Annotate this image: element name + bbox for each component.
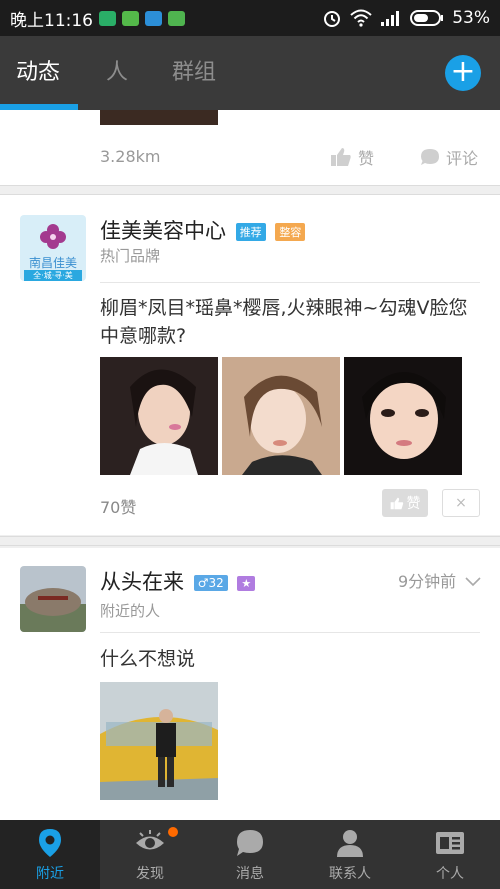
feed-card[interactable]: 南昌佳美 全·城·寻·美 佳美美容中心 推荐 整容 热门品牌 柳眉*凤目*瑶鼻*… (0, 195, 500, 535)
nav-label: 附近 (36, 866, 64, 882)
comment-label: 评论 (446, 149, 479, 168)
nav-label: 联系人 (329, 866, 371, 882)
eye-icon (136, 830, 164, 850)
top-tab-bar: 动态 人 群组 + (0, 36, 500, 110)
nav-discover[interactable]: 发现 (100, 820, 200, 889)
notification-dot (168, 827, 178, 837)
post-text: 柳眉*凤目*瑶鼻*樱唇,火辣眼神~勾魂V脸您中意哪款? (100, 297, 468, 347)
gender-age-badge: ♂32 (193, 575, 228, 591)
tab-dynamics[interactable]: 动态 (16, 36, 60, 110)
divider (0, 185, 500, 195)
app-icon (168, 10, 185, 26)
person-icon (337, 830, 363, 857)
feed-card[interactable]: 3.28km 赞 评论 (0, 110, 500, 185)
post-photo[interactable] (344, 357, 462, 475)
chat-bubble-icon (237, 830, 263, 856)
avatar[interactable]: 南昌佳美 全·城·寻·美 (20, 215, 86, 281)
poster-subtitle: 热门品牌 (100, 247, 161, 265)
post-photo[interactable] (100, 110, 218, 125)
poster-name-row: 佳美美容中心 推荐 整容 (100, 215, 306, 245)
cell-signal-icon (381, 11, 400, 26)
signal-app-icon (145, 10, 162, 26)
divider (0, 536, 500, 546)
status-bar: 晚上11:16 53% (0, 0, 500, 36)
bottom-nav: 附近 发现 消息 联系人 个人 (0, 820, 500, 889)
like-button[interactable]: 赞 (382, 489, 428, 517)
wechat-icon (99, 10, 116, 26)
like-label: 赞 (358, 149, 375, 168)
battery-icon (410, 10, 444, 26)
tab-groups[interactable]: 群组 (172, 36, 216, 110)
nav-profile[interactable]: 个人 (400, 820, 500, 889)
avatar-subtext: 全·城·寻·美 (24, 270, 82, 281)
comment-action[interactable]: 评论 (420, 145, 478, 169)
poster-name-row: 从头在来 ♂32 ★ (100, 566, 256, 596)
alarm-icon (324, 11, 341, 27)
nav-label: 个人 (436, 866, 464, 882)
likes-count: 70赞 (100, 498, 137, 517)
recommend-badge: 推荐 (235, 223, 266, 241)
comment-bubble-icon (421, 149, 439, 165)
status-time: 晚上11:16 (10, 10, 93, 31)
wifi-icon (350, 9, 372, 27)
tips-icon (122, 10, 139, 26)
thumbs-up-icon (390, 497, 403, 509)
nav-label: 消息 (236, 866, 264, 882)
poster-name[interactable]: 从头在来 (100, 570, 184, 594)
battery-percent: 53% (452, 8, 490, 28)
star-badge-icon: ★ (237, 575, 256, 591)
nav-messages[interactable]: 消息 (200, 820, 300, 889)
divider (100, 632, 480, 633)
avatar-text: 南昌佳美 (28, 256, 77, 270)
avatar[interactable] (20, 566, 86, 632)
tab-people[interactable]: 人 (106, 36, 128, 110)
category-badge: 整容 (275, 223, 306, 241)
nav-label: 发现 (136, 866, 164, 882)
post-time[interactable]: 9分钟前 (398, 568, 481, 592)
thumbs-up-icon (331, 148, 351, 166)
poster-name[interactable]: 佳美美容中心 (100, 219, 226, 243)
chevron-down-icon[interactable] (465, 577, 481, 587)
profile-card-icon (436, 832, 464, 854)
post-photo[interactable] (100, 682, 218, 800)
post-time-label: 9分钟前 (398, 572, 457, 591)
post-text: 什么不想说 (100, 648, 196, 670)
dismiss-button[interactable]: × (442, 489, 480, 517)
add-post-button[interactable]: + (445, 55, 481, 91)
divider (100, 282, 480, 283)
poster-subtitle: 附近的人 (100, 602, 161, 620)
nav-contacts[interactable]: 联系人 (300, 820, 400, 889)
distance-label: 3.28km (100, 147, 161, 166)
like-button-label: 赞 (406, 496, 421, 512)
nav-nearby[interactable]: 附近 (0, 820, 100, 889)
location-pin-icon (39, 829, 61, 857)
like-action[interactable]: 赞 (330, 145, 374, 169)
post-photo[interactable] (222, 357, 340, 475)
feed-card[interactable]: 从头在来 ♂32 ★ 9分钟前 附近的人 什么不想说 (0, 548, 500, 820)
post-photo[interactable] (100, 357, 218, 475)
